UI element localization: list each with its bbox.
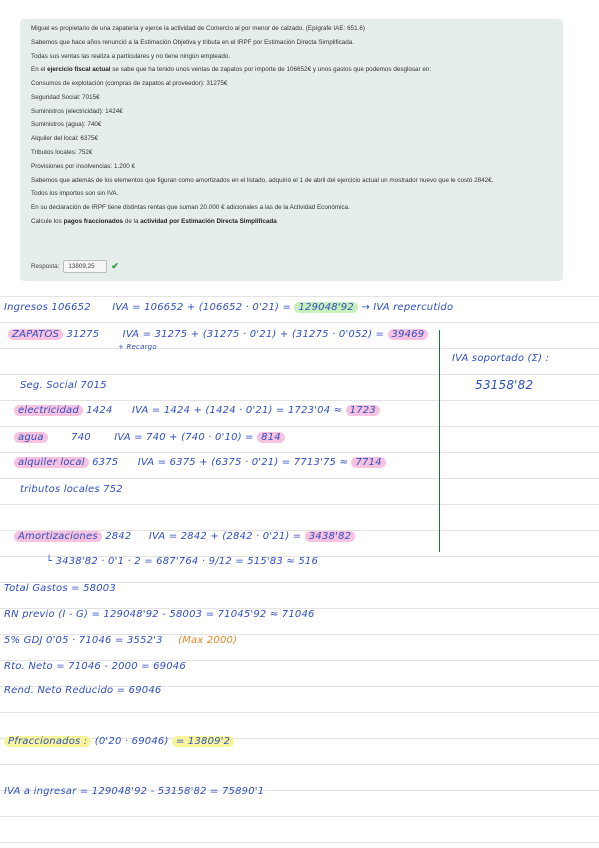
fiscal-bold: ejercicio fiscal actual [47,66,111,74]
zapatos-amount: 31275 [66,329,100,340]
question-line: Calcule los pagos fraccionados de la act… [31,218,553,227]
question-pre: Calcule los [31,217,64,225]
divider-line [439,330,440,552]
extra-line: Todos los importes son sin IVA. [31,190,119,198]
alquiler-iva: IVA = 6375 + (6375 · 0'21) = 7713'75 ≈ [137,457,349,468]
note-agua: agua 740 IVA = 740 + (740 · 0'10) = 814 [14,432,285,443]
ingresos-total: 129048'92 [294,302,358,313]
pfracc-total: = 13809'2 [171,736,235,747]
note-electricidad: electricidad 1424 IVA = 1424 + (1424 · 0… [14,405,380,416]
check-icon: ✔ [111,261,119,271]
expense-line: Consumos de explotación (compras de zapa… [31,80,228,88]
electricidad-iva: IVA = 1424 + (1424 · 0'21) = 1723'04 ≈ [131,405,343,416]
zapatos-label: ZAPATOS [8,329,64,340]
problem-line: Todas sus ventas las realiza a particula… [31,52,231,60]
alquiler-amount: 6375 [92,457,119,468]
expense-line: Provisiones por insolvencias: 1.200 € [31,162,135,170]
agua-iva: IVA = 740 + (740 · 0'10) = [114,432,254,443]
ingresos-label: Ingresos 106652 [4,302,91,313]
note-gdj: 5% GDJ 0'05 · 71046 = 3552'3 (Max 2000) [4,635,237,646]
iva-soportado-label: IVA soportado (Σ) : [452,353,550,364]
question-bold-1: pagos fraccionados [63,217,124,225]
note-seg-social: Seg. Social 7015 [20,380,107,391]
expense-line: Suministros (agua): 740€ [31,121,102,129]
iva-soportado-value: 53158'82 [475,378,534,392]
note-pfraccionados: Pfraccionados : (0'20 · 69046) = 13809'2 [4,736,235,747]
agua-total: 814 [257,432,285,443]
expense-line: Tributos locales: 752€ [31,149,93,157]
note-tributos: tributos locales 752 [20,484,123,495]
note-ingresos: Ingresos 106652 IVA = 106652 + (106652 ·… [4,302,453,313]
pfracc-expr: (0'20 · 69046) [94,736,169,747]
zapatos-iva: IVA = 31275 + (31275 · 0'21) + (31275 · … [122,329,385,340]
amort-label: Amortizaciones [14,531,102,542]
electricidad-total: 1723 [345,405,380,416]
expense-line: Suministros (electricidad): 1424€ [31,107,123,115]
agua-label: agua [14,432,48,443]
gdj-calc: 5% GDJ 0'05 · 71046 = 3552'3 [4,635,163,646]
expense-line: Seguridad Social: 7015€ [31,93,100,101]
note-amortizaciones: Amortizaciones 2842 IVA = 2842 + (2842 ·… [14,531,356,542]
expense-line: Alquiler del local: 6375€ [31,135,98,143]
electricidad-label: electricidad [14,405,83,416]
extra-line: Sabemos que además de los elementos que … [31,176,494,184]
answer-field[interactable]: 13809,25 [63,260,108,273]
amort-total: 3438'82 [304,531,356,542]
zapatos-total: 39469 [387,329,429,340]
problem-line: Sabemos que hace años renunció a la Esti… [31,38,355,46]
problem-line: Miguel es propietario de una zapatería y… [31,25,365,32]
note-iva-ingresar: IVA a ingresar = 129048'92 - 53158'82 = … [4,786,265,797]
gdj-max: (Max 2000) [178,635,238,646]
pfracc-label: Pfraccionados : [4,736,92,747]
problem-fiscal-line: En el ejercicio fiscal actual se sabe qu… [31,66,553,75]
note-rn-previo: RN previo (I - G) = 129048'92 - 58003 = … [4,609,315,620]
note-amort-calc: └ 3438'82 · 0'1 · 2 = 687'764 · 9/12 = 5… [46,556,319,567]
extra-line: En su declaración de IRPF tiene distinta… [31,204,350,212]
ingresos-iva: IVA = 106652 + (106652 · 0'21) = [112,302,292,313]
question-mid: de la [123,217,141,225]
problem-card: Miguel es propietario de una zapatería y… [20,19,563,281]
agua-amount: 740 [71,432,91,443]
answer-label: Resposta: [31,263,60,270]
fiscal-pre: En el [31,66,48,74]
note-recargo: + Recargo [118,343,157,351]
ingresos-after: → IVA repercutido [361,302,454,313]
answer-row: Resposta: 13809,25 ✔ [31,260,119,273]
amort-iva: IVA = 2842 + (2842 · 0'21) = [148,531,302,542]
note-alquiler: alquiler local 6375 IVA = 6375 + (6375 ·… [14,457,386,468]
note-total-gastos: Total Gastos = 58003 [4,583,116,594]
alquiler-total: 7714 [351,457,386,468]
note-zapatos: ZAPATOS 31275 IVA = 31275 + (31275 · 0'2… [8,329,429,340]
note-rend-reducido: Rend. Neto Reducido = 69046 [4,685,162,696]
note-rto-neto: Rto. Neto = 71046 - 2000 = 69046 [4,661,186,672]
alquiler-label: alquiler local [14,457,89,468]
amort-amount: 2842 [105,531,132,542]
electricidad-amount: 1424 [86,405,113,416]
fiscal-post: se sabe que ha tenido unos ventas de zap… [110,66,432,74]
question-bold-2: actividad por Estimación Directa Simplif… [140,217,277,225]
